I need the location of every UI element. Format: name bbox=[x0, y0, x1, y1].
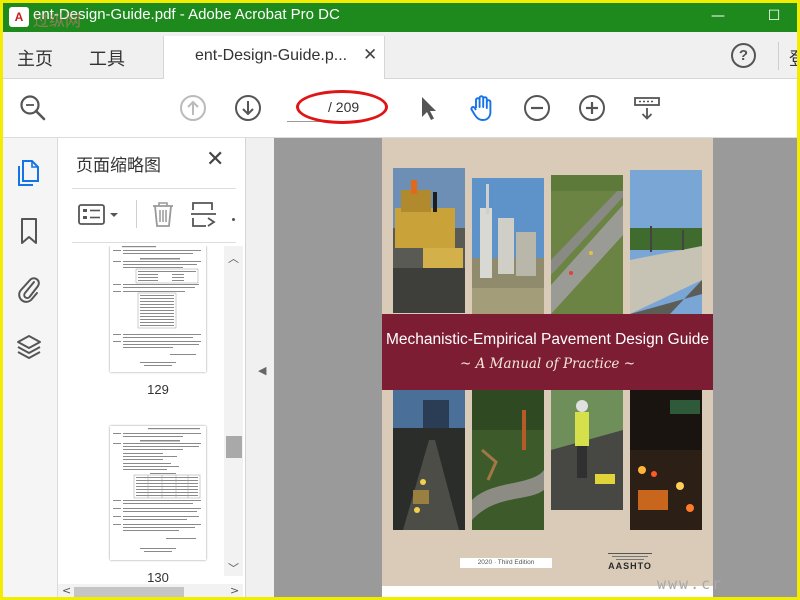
split-page-icon[interactable] bbox=[190, 200, 218, 232]
horizontal-scroll-thumb[interactable] bbox=[74, 587, 184, 597]
header-divider bbox=[778, 42, 779, 70]
panel-divider-2 bbox=[72, 242, 236, 243]
annotation-ellipse bbox=[296, 90, 388, 124]
panel-splitter[interactable]: ◀ bbox=[246, 138, 274, 597]
thumbnail-page-129[interactable] bbox=[110, 246, 206, 372]
app-frame: A ent-Design-Guide.pdf - Adobe Acrobat P… bbox=[0, 0, 800, 600]
cover-photo-curved-road bbox=[472, 390, 544, 530]
watermark-bottom-right: www.cr bbox=[657, 575, 724, 593]
cover-edition: 2020 · Third Edition bbox=[460, 558, 552, 568]
previous-page-icon[interactable] bbox=[178, 93, 208, 123]
thumbnail-page-130[interactable] bbox=[110, 426, 206, 560]
bookmarks-icon[interactable] bbox=[15, 216, 43, 246]
left-rail bbox=[3, 138, 58, 597]
thumbnails-panel: 页面缩略图 ✕ 129 130 ︿ ﹀ < > bbox=[58, 138, 246, 597]
thumbnail-horizontal-scrollbar[interactable]: < > bbox=[58, 584, 243, 597]
main-toolbar: / 209 bbox=[3, 79, 797, 138]
cover-photo-highway-aerial bbox=[551, 175, 623, 314]
thumbnail-options-icon[interactable] bbox=[78, 202, 122, 232]
acrobat-logo-icon: A bbox=[9, 7, 29, 27]
watermark-top-left: 过纵网 bbox=[33, 11, 82, 30]
cover-photo-field-worker bbox=[551, 390, 623, 510]
layers-icon[interactable] bbox=[15, 332, 43, 362]
more-tools-icon[interactable] bbox=[232, 218, 235, 221]
cover-photo-paver bbox=[393, 168, 465, 313]
sign-in-link[interactable]: 登 bbox=[789, 45, 797, 71]
collapse-panel-icon[interactable]: ◀ bbox=[258, 364, 266, 377]
thumbnail-list: 129 130 bbox=[58, 246, 224, 584]
scroll-down-icon[interactable]: ﹀ bbox=[224, 560, 243, 576]
delete-page-icon[interactable] bbox=[150, 200, 176, 232]
cover-page: Mechanistic-Empirical Pavement Design Gu… bbox=[382, 138, 713, 586]
cover-photo-night-traffic bbox=[630, 390, 702, 530]
vertical-scroll-thumb[interactable] bbox=[226, 436, 242, 458]
thumbnail-label-129: 129 bbox=[147, 382, 169, 397]
cover-photo-plant bbox=[472, 178, 544, 314]
cover-photo-night-paving bbox=[393, 390, 465, 530]
cover-subtitle: ~ A Manual of Practice ~ bbox=[459, 356, 636, 372]
panel-divider bbox=[72, 188, 236, 189]
attachments-icon[interactable] bbox=[15, 274, 43, 304]
cover-title-banner: Mechanistic-Empirical Pavement Design Gu… bbox=[382, 314, 713, 390]
cover-title: Mechanistic-Empirical Pavement Design Gu… bbox=[385, 331, 710, 348]
zoom-in-icon[interactable] bbox=[577, 93, 607, 123]
close-tab-icon[interactable]: ✕ bbox=[363, 45, 377, 65]
hand-tool-icon[interactable] bbox=[467, 93, 497, 123]
select-cursor-icon[interactable] bbox=[413, 93, 443, 123]
minimize-button[interactable]: — bbox=[707, 5, 729, 27]
page-thumbnails-icon[interactable] bbox=[15, 158, 43, 188]
menu-tools[interactable]: 工具 bbox=[89, 45, 125, 71]
panel-title: 页面缩略图 bbox=[76, 156, 161, 176]
title-bar: A ent-Design-Guide.pdf - Adobe Acrobat P… bbox=[3, 3, 797, 32]
panel-tools-divider bbox=[136, 200, 137, 228]
zoom-out-icon[interactable] bbox=[522, 93, 552, 123]
cover-photo-paving-rural bbox=[630, 170, 702, 314]
thumbnail-vertical-scrollbar[interactable]: ︿ ﹀ bbox=[224, 246, 243, 576]
scroll-right-icon[interactable]: > bbox=[230, 584, 239, 597]
tab-bar: 主页 工具 ent-Design-Guide.p... ✕ ? 登 bbox=[3, 32, 797, 80]
publisher-logo: AASHTO bbox=[604, 552, 656, 572]
publisher-name: AASHTO bbox=[608, 561, 652, 571]
document-tab-label: ent-Design-Guide.p... bbox=[195, 47, 348, 64]
scroll-left-icon[interactable]: < bbox=[62, 584, 71, 597]
panel-toolbar bbox=[72, 196, 236, 234]
document-area[interactable]: Mechanistic-Empirical Pavement Design Gu… bbox=[274, 138, 797, 597]
page-display-icon[interactable] bbox=[632, 93, 662, 123]
next-page-icon[interactable] bbox=[233, 93, 263, 123]
document-page: Mechanistic-Empirical Pavement Design Gu… bbox=[382, 138, 713, 597]
menu-home[interactable]: 主页 bbox=[17, 45, 53, 71]
scroll-up-icon[interactable]: ︿ bbox=[224, 250, 243, 266]
document-tab[interactable]: ent-Design-Guide.p... ✕ bbox=[163, 36, 385, 80]
thumbnail-label-130: 130 bbox=[147, 570, 169, 584]
search-zoom-icon[interactable] bbox=[18, 93, 48, 123]
help-icon[interactable]: ? bbox=[731, 43, 756, 68]
maximize-button[interactable]: ☐ bbox=[763, 5, 785, 27]
close-panel-icon[interactable]: ✕ bbox=[206, 147, 224, 172]
